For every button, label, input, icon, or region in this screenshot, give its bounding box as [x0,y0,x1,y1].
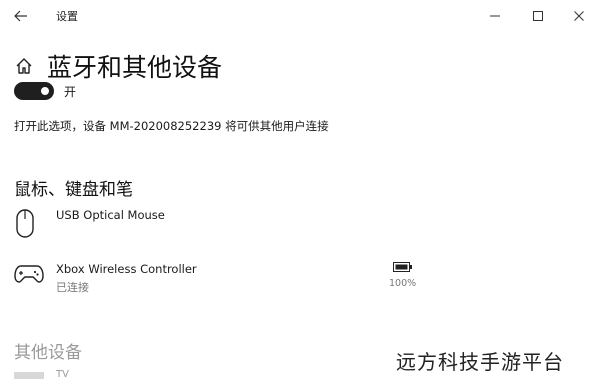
device-name: USB Optical Mouse [56,208,165,222]
device-usb-mouse[interactable]: USB Optical Mouse [14,208,414,242]
gamepad-icon [14,265,44,283]
device-xbox-controller[interactable]: Xbox Wireless Controller 已连接 100% [14,262,417,296]
toggle-label: 开 [64,85,77,99]
close-icon [574,11,584,21]
device-name: Xbox Wireless Controller [56,262,197,276]
maximize-icon [533,11,543,21]
page-title: 蓝牙和其他设备 [47,53,223,82]
bluetooth-toggle[interactable] [14,82,54,100]
maximize-button[interactable] [527,6,549,26]
discoverable-text: 打开此选项，设备 MM-202008252239 将可供其他用户连接 [14,119,329,133]
back-arrow-icon [14,10,27,22]
minimize-icon [490,15,500,17]
tv-icon [14,372,44,379]
window-title: 设置 [56,10,78,23]
toggle-knob [41,87,49,95]
watermark: 远方科技手游平台 [396,350,564,374]
device-status: 已连接 [56,281,89,294]
home-icon[interactable] [14,56,34,76]
battery-percentage: 100% [389,278,417,289]
section-title-other-devices: 其他设备 [14,343,82,363]
mouse-icon [16,209,34,238]
minimize-button[interactable] [484,6,506,26]
battery-icon [393,262,412,272]
section-title-mouse-keyboard-pen: 鼠标、键盘和笔 [14,180,133,200]
title-bar: 设置 [0,0,600,32]
device-tv-label[interactable]: TV [56,369,69,380]
close-button[interactable] [568,6,590,26]
back-button[interactable] [10,6,32,26]
